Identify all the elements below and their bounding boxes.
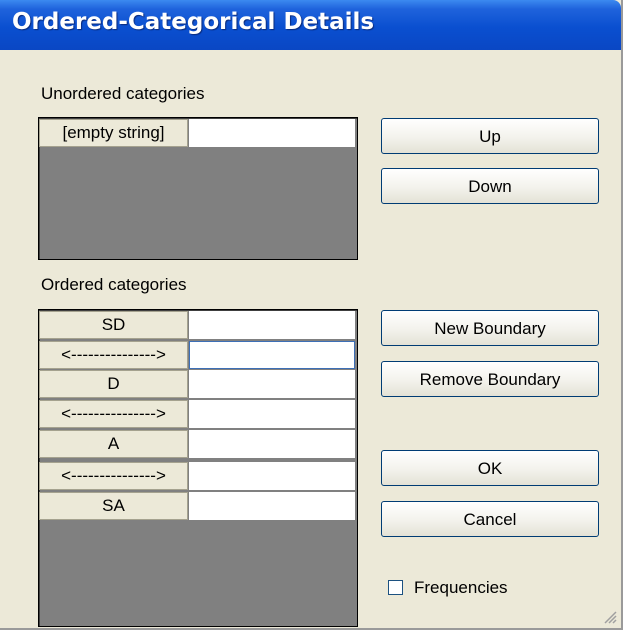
grid-row[interactable]: <--------------->: [39, 341, 355, 369]
down-button[interactable]: Down: [381, 168, 599, 204]
dialog-window: Ordered-Categorical Details Unordered ca…: [0, 0, 623, 630]
row-cell[interactable]: [189, 119, 355, 147]
row-header[interactable]: SA: [39, 492, 188, 520]
row-cell[interactable]: [189, 400, 355, 428]
remove-boundary-button[interactable]: Remove Boundary: [381, 361, 599, 397]
grid-row[interactable]: [empty string]: [39, 119, 355, 147]
row-cell-selected[interactable]: [189, 341, 355, 369]
up-button[interactable]: Up: [381, 118, 599, 154]
new-boundary-button[interactable]: New Boundary: [381, 310, 599, 346]
grid-row[interactable]: SA: [39, 492, 355, 520]
window-title: Ordered-Categorical Details: [12, 9, 375, 35]
row-header[interactable]: <--------------->: [39, 400, 188, 428]
grid-row[interactable]: D: [39, 370, 355, 398]
ordered-categories-label: Ordered categories: [41, 275, 187, 294]
ok-button[interactable]: OK: [381, 450, 599, 486]
row-header[interactable]: [empty string]: [39, 119, 188, 147]
title-bar[interactable]: Ordered-Categorical Details: [0, 0, 621, 50]
grid-row[interactable]: <--------------->: [39, 400, 355, 428]
row-cell[interactable]: [189, 462, 355, 490]
unordered-categories-grid[interactable]: [empty string]: [38, 117, 358, 260]
row-cell[interactable]: [189, 311, 355, 339]
row-header[interactable]: <--------------->: [39, 341, 188, 369]
resize-grip-icon[interactable]: [603, 610, 617, 624]
grid-row[interactable]: <--------------->: [39, 462, 355, 490]
row-cell[interactable]: [189, 370, 355, 398]
frequencies-checkbox[interactable]: [388, 580, 403, 595]
ordered-categories-grid[interactable]: SD <---------------> D <--------------->…: [38, 309, 358, 627]
row-cell[interactable]: [189, 430, 355, 458]
row-header[interactable]: <--------------->: [39, 462, 188, 490]
unordered-categories-label: Unordered categories: [41, 84, 205, 103]
row-cell[interactable]: [189, 492, 355, 520]
grid-row[interactable]: A: [39, 430, 355, 458]
frequencies-label[interactable]: Frequencies: [414, 578, 508, 598]
row-header[interactable]: A: [39, 430, 188, 458]
row-header[interactable]: D: [39, 370, 188, 398]
grid-row[interactable]: SD: [39, 311, 355, 339]
cancel-button[interactable]: Cancel: [381, 501, 599, 537]
row-header[interactable]: SD: [39, 311, 188, 339]
